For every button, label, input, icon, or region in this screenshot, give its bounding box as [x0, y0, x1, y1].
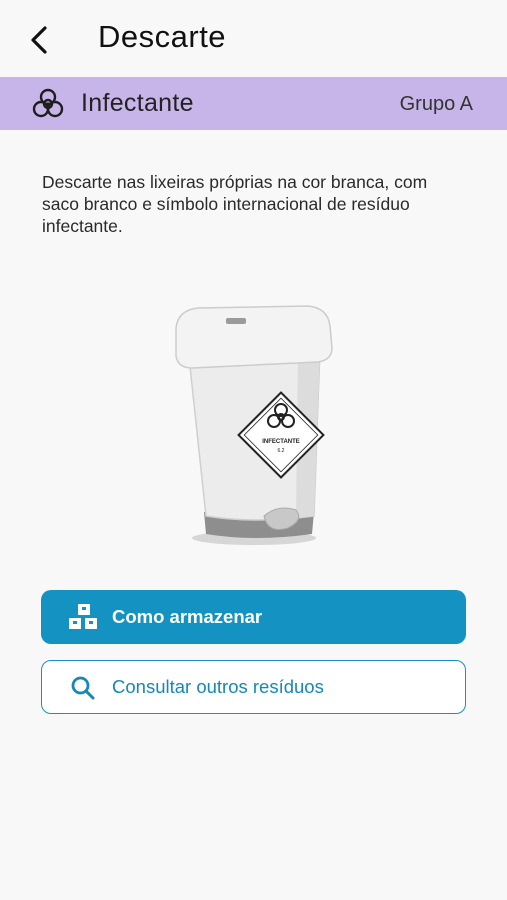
chevron-left-icon: [31, 26, 47, 54]
bin-label: INFECTANTE: [262, 439, 300, 445]
waste-bin-image: INFECTANTE 6.2: [175, 305, 333, 545]
search-other-waste-label: Consultar outros resíduos: [112, 676, 324, 697]
biohazard-icon: [32, 88, 64, 118]
disposal-description: Descarte nas lixeiras próprias na cor br…: [42, 172, 428, 236]
back-button[interactable]: [22, 22, 58, 58]
category-name: Infectante: [81, 89, 194, 117]
category-group: Grupo A: [399, 93, 473, 115]
app-header: Descarte: [0, 0, 507, 77]
page-title: Descarte: [98, 19, 227, 54]
search-icon: [71, 676, 95, 700]
search-other-waste-button[interactable]: Consultar outros resíduos: [41, 660, 466, 714]
svg-text:6.2: 6.2: [278, 448, 285, 454]
how-to-store-button[interactable]: Como armazenar: [41, 590, 466, 644]
boxes-icon: [69, 604, 97, 629]
how-to-store-label: Como armazenar: [112, 606, 263, 627]
